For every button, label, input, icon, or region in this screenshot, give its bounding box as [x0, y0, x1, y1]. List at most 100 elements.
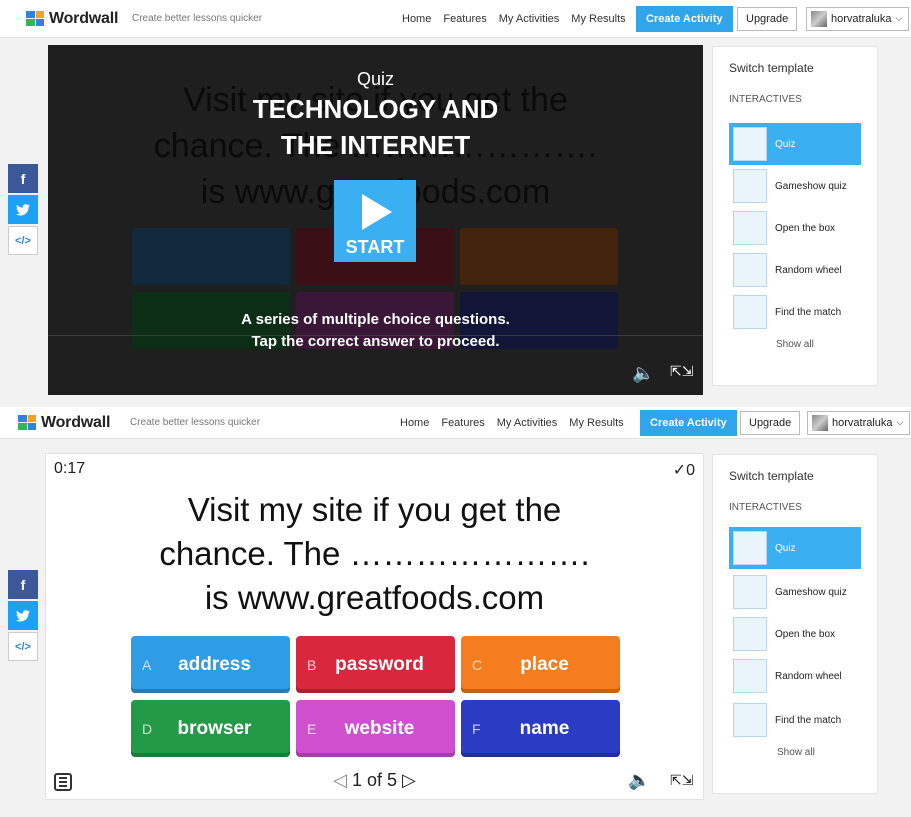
find-match-template-icon — [733, 295, 767, 329]
answer-text: password — [335, 653, 424, 675]
question-text: Visit my site if you get the chance. The… — [159, 491, 590, 616]
username: horvatraluka — [831, 12, 892, 25]
template-panel-1: Switch template INTERACTIVES Quiz Gamesh… — [712, 46, 878, 386]
template-find-the-match[interactable]: Find the match — [729, 291, 861, 333]
answer-b-button[interactable]: B password — [296, 636, 455, 693]
start-button[interactable]: START — [334, 180, 416, 262]
template-label: Find the match — [775, 714, 842, 726]
template-open-the-box[interactable]: Open the box — [729, 207, 861, 249]
play-icon — [362, 194, 392, 230]
next-icon[interactable]: ▷ — [402, 770, 416, 790]
nav-links: Home Features My Activities My Results — [402, 13, 638, 25]
panel-section: INTERACTIVES — [729, 502, 802, 513]
answer-letter: E — [307, 720, 317, 737]
nav-home[interactable]: Home — [400, 417, 429, 429]
answer-text: name — [519, 717, 570, 739]
template-random-wheel[interactable]: Random wheel — [729, 655, 861, 697]
answer-a-button[interactable]: A address — [131, 636, 290, 693]
template-label: Random wheel — [775, 670, 842, 682]
top-nav-1: Wordwall Create better lessons quicker H… — [0, 0, 911, 38]
nav-my-activities[interactable]: My Activities — [499, 13, 560, 25]
answer-text: browser — [177, 717, 252, 739]
upgrade-button[interactable]: Upgrade — [737, 6, 798, 31]
template-panel-2: Switch template INTERACTIVES Quiz Gamesh… — [712, 454, 878, 794]
logo-text: Wordwall — [41, 413, 111, 431]
template-label: Random wheel — [775, 264, 842, 276]
page-indicator: 1 of 5 — [351, 770, 398, 790]
upgrade-button[interactable]: Upgrade — [740, 410, 801, 435]
nav-features[interactable]: Features — [443, 13, 486, 25]
create-activity-button[interactable]: Create Activity — [640, 409, 737, 436]
template-quiz[interactable]: Quiz — [729, 527, 861, 569]
template-gameshow-quiz[interactable]: Gameshow quiz — [729, 571, 861, 613]
wordwall-logo[interactable]: Wordwall — [18, 414, 110, 432]
template-find-the-match[interactable]: Find the match — [729, 699, 861, 741]
fullscreen-icon[interactable]: ⇱⇲ — [670, 772, 693, 789]
ghost-answer-a — [132, 228, 290, 285]
score: ✓0 — [672, 462, 695, 479]
previous-icon[interactable]: ◁ — [333, 770, 347, 790]
wordwall-logo-icon — [26, 11, 44, 26]
show-all-link[interactable]: Show all — [777, 747, 815, 758]
sound-icon[interactable]: 🔈 — [632, 363, 654, 384]
gameshow-template-icon — [733, 575, 767, 609]
wordwall-logo[interactable]: Wordwall — [26, 10, 118, 28]
username: horvatraluka — [832, 416, 893, 429]
random-wheel-template-icon — [733, 659, 767, 693]
chevron-down-icon: ⌵ — [896, 417, 904, 427]
show-all-link[interactable]: Show all — [776, 339, 814, 350]
embed-button[interactable]: </> — [8, 226, 38, 255]
template-label: Find the match — [775, 306, 842, 318]
twitter-icon — [16, 609, 30, 621]
user-menu[interactable]: horvatraluka ⌵ — [807, 410, 911, 435]
answer-e-button[interactable]: E website — [296, 700, 455, 757]
share-buttons-1: f </> — [8, 164, 38, 255]
tagline: Create better lessons quicker — [130, 417, 261, 428]
panel-section: INTERACTIVES — [729, 94, 802, 105]
answer-letter: D — [142, 720, 153, 737]
answer-letter: A — [142, 656, 152, 673]
create-activity-button[interactable]: Create Activity — [636, 5, 733, 32]
nav-my-results[interactable]: My Results — [569, 417, 623, 429]
open-box-template-icon — [733, 617, 767, 651]
nav-my-results[interactable]: My Results — [571, 13, 625, 25]
timer: 0:17 — [54, 460, 86, 477]
gameshow-template-icon — [733, 169, 767, 203]
ghost-answer-c — [460, 228, 618, 285]
start-label: START — [345, 237, 405, 257]
nav-features[interactable]: Features — [441, 417, 484, 429]
activity-title: TECHNOLOGY AND THE INTERNET — [252, 94, 499, 160]
wordwall-logo-icon — [18, 415, 36, 430]
quiz-game-panel: 0:17 ✓0 Visit my site if you get the cha… — [45, 453, 704, 800]
answer-letter: B — [307, 656, 317, 673]
find-match-template-icon — [733, 703, 767, 737]
answer-d-button[interactable]: D browser — [131, 700, 290, 757]
tagline: Create better lessons quicker — [132, 13, 263, 24]
top-nav-2: Wordwall Create better lessons quicker H… — [0, 407, 911, 439]
quiz-template-icon — [733, 531, 767, 565]
nav-my-activities[interactable]: My Activities — [497, 417, 558, 429]
user-menu[interactable]: horvatraluka ⌵ — [806, 6, 910, 31]
embed-button[interactable]: </> — [8, 632, 38, 661]
template-open-the-box[interactable]: Open the box — [729, 613, 861, 655]
answer-c-button[interactable]: C place — [461, 636, 620, 693]
template-quiz[interactable]: Quiz — [729, 123, 861, 165]
template-label: Gameshow quiz — [775, 180, 847, 192]
fullscreen-icon[interactable]: ⇱⇲ — [670, 363, 693, 380]
sound-icon[interactable]: 🔈 — [628, 770, 650, 791]
nav-home[interactable]: Home — [402, 13, 431, 25]
twitter-share-button[interactable] — [8, 195, 38, 224]
template-type: Quiz — [356, 69, 394, 89]
template-label: Gameshow quiz — [775, 586, 847, 598]
template-random-wheel[interactable]: Random wheel — [729, 249, 861, 291]
template-label: Open the box — [775, 222, 836, 234]
logo-text: Wordwall — [49, 9, 119, 27]
twitter-share-button[interactable] — [8, 601, 38, 630]
share-buttons-2: f </> — [8, 570, 38, 661]
panel-title: Switch template — [729, 469, 814, 483]
facebook-share-button[interactable]: f — [8, 164, 38, 193]
facebook-share-button[interactable]: f — [8, 570, 38, 599]
template-gameshow-quiz[interactable]: Gameshow quiz — [729, 165, 861, 207]
avatar — [812, 414, 828, 431]
answer-f-button[interactable]: F name — [461, 700, 620, 757]
